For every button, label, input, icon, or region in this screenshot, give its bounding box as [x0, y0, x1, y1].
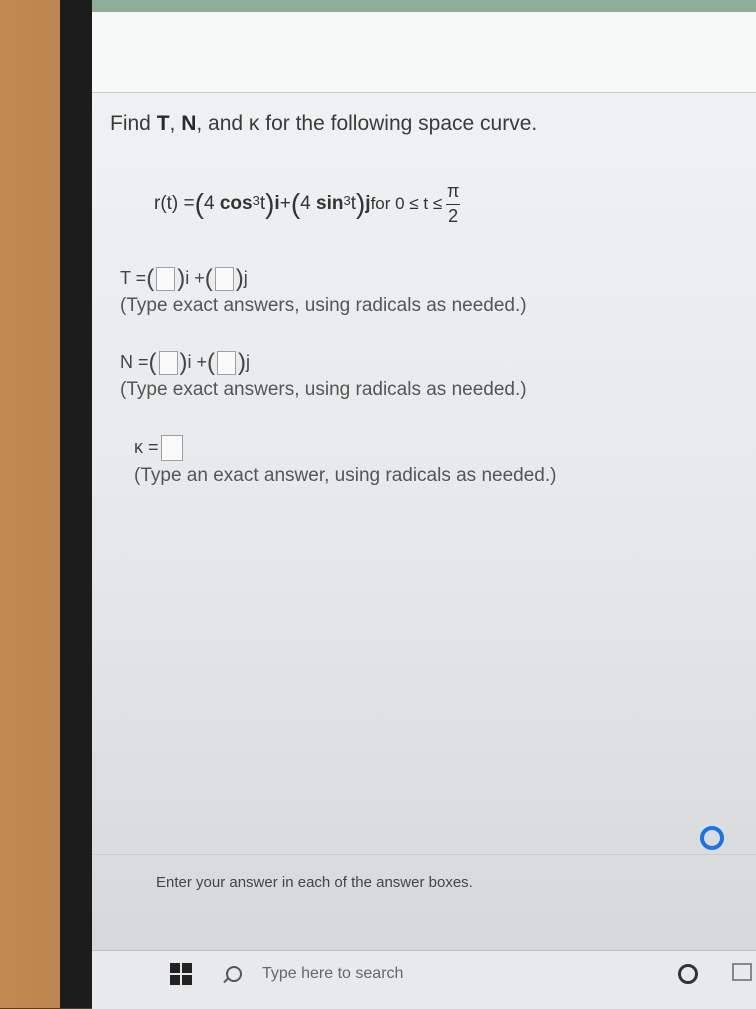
term1-exp: 3 [252, 192, 260, 208]
prompt-text-pre: Find [110, 112, 157, 135]
prompt-text-mid: , and [196, 112, 249, 135]
paren-open: ( [207, 348, 216, 376]
formula-lhs: r(t) = [154, 193, 195, 215]
frac-denominator: 2 [448, 205, 459, 226]
N-j-label: j [246, 352, 251, 373]
frac-bar [446, 203, 461, 205]
paren-open: ( [204, 264, 213, 292]
N-label: N = [120, 352, 149, 373]
answer-kappa: κ = [134, 434, 730, 461]
prompt-kappa: κ [248, 112, 260, 135]
term1-fn: cos [219, 193, 253, 215]
kappa-label: κ = [134, 437, 159, 458]
question-content: Find T, N, and κ for the following space… [110, 112, 730, 487]
N-hint: (Type exact answers, using radicals as n… [120, 378, 527, 400]
T-i-input[interactable] [156, 266, 176, 291]
T-hint: (Type exact answers, using radicals as n… [120, 294, 527, 316]
formula-range: for 0 ≤ t ≤ [370, 194, 443, 214]
screen: Find T, N, and κ for the following space… [92, 0, 756, 950]
prompt-N: N [181, 112, 197, 135]
term2-exp: 3 [343, 192, 351, 208]
paren-open: ( [148, 348, 157, 376]
kappa-input[interactable] [160, 434, 183, 461]
prompt-sep: , [169, 112, 182, 135]
term2-fn: sin [316, 193, 344, 215]
answer-N: N = ( ) i + ( ) j [120, 348, 730, 376]
answer-T: T = ( ) i + ( ) j [120, 264, 730, 292]
task-view-icon[interactable] [732, 963, 752, 981]
paren-close: ) [238, 348, 247, 376]
windows-start-icon[interactable] [170, 963, 192, 985]
paren-close: ) [177, 264, 186, 292]
fraction-pi-over-2: π 2 [446, 181, 461, 227]
formula-plus: + [279, 193, 291, 215]
kappa-hint: (Type an exact answer, using radicals as… [134, 464, 557, 486]
paren-close: ) [235, 264, 244, 292]
paren-open: ( [146, 264, 155, 292]
search-icon [226, 966, 242, 982]
frac-numerator: π [446, 181, 460, 201]
T-i-label: i + [185, 268, 205, 289]
windows-taskbar: Type here to search [92, 950, 756, 1009]
bottom-divider [92, 854, 756, 855]
question-prompt: Find T, N, and κ for the following space… [110, 112, 730, 136]
top-panel [92, 12, 756, 93]
paren-open: ( [194, 188, 204, 220]
term2-coef: 4 [300, 193, 311, 215]
curve-formula: r(t) = ( 4 cos 3 t ) i + ( 4 sin 3 t ) j… [154, 181, 730, 227]
enter-answer-message: Enter your answer in each of the answer … [156, 874, 473, 891]
term1-coef: 4 [203, 193, 215, 215]
T-label: T = [120, 268, 147, 289]
top-strip [92, 0, 756, 12]
prompt-T: T [156, 112, 170, 135]
N-i-input[interactable] [158, 350, 178, 375]
paren-open: ( [290, 188, 301, 220]
help-circle-icon[interactable] [700, 826, 724, 850]
search-placeholder: Type here to search [262, 965, 404, 982]
cortana-icon[interactable] [678, 964, 698, 984]
N-i-label: i + [187, 352, 208, 373]
T-j-input[interactable] [214, 266, 234, 291]
T-j-label: j [243, 268, 248, 289]
prompt-text-post: for the following space curve. [259, 112, 538, 135]
taskbar-search[interactable]: Type here to search [226, 959, 403, 989]
paren-close: ) [355, 188, 366, 220]
paren-close: ) [265, 188, 275, 220]
paren-close: ) [179, 348, 188, 376]
N-j-input[interactable] [217, 350, 237, 375]
